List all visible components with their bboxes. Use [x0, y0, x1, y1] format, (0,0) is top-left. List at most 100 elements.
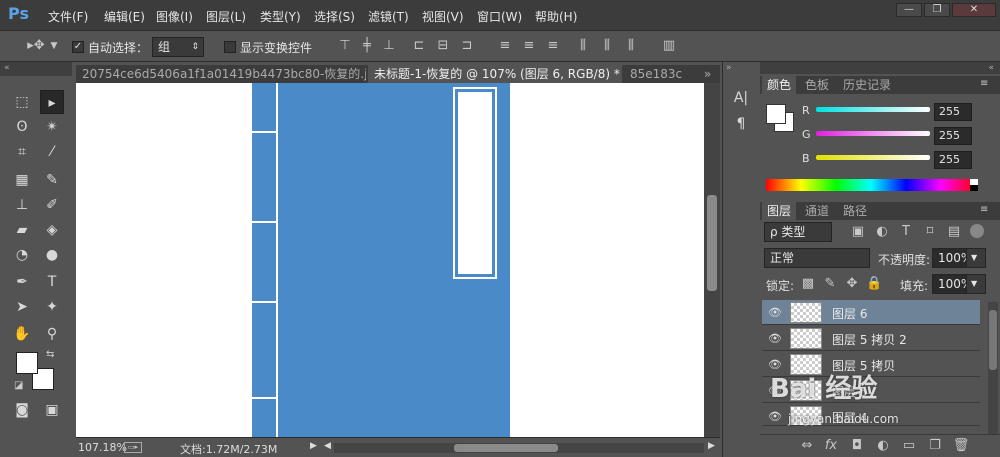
status-menu-arrow-icon[interactable]: ▶	[310, 441, 317, 451]
align-top-icon[interactable]: ⊤	[336, 37, 354, 55]
magic-wand-tool-icon[interactable]: ✴	[40, 115, 64, 139]
channel-b-slider[interactable]	[816, 155, 930, 160]
paint-bucket-tool-icon[interactable]: ◈	[40, 218, 64, 242]
channel-r-value[interactable]: 255	[934, 103, 972, 121]
menu-layer[interactable]: 图层(L)	[206, 8, 246, 25]
menu-image[interactable]: 图像(I)	[156, 8, 193, 25]
panel-menu-icon[interactable]: ≡	[980, 204, 988, 215]
filter-adjustment-icon[interactable]: ◐	[874, 223, 890, 241]
adjustment-layer-icon[interactable]: ◐	[874, 437, 892, 455]
quick-mask-icon[interactable]: ◙	[10, 398, 34, 422]
menu-view[interactable]: 视图(V)	[422, 8, 464, 25]
menu-file[interactable]: 文件(F)	[48, 8, 88, 25]
channel-g-value[interactable]: 255	[934, 127, 972, 145]
menu-edit[interactable]: 编辑(E)	[104, 8, 145, 25]
color-panel-foreground[interactable]	[766, 104, 786, 124]
scroll-right-icon[interactable]: ▶	[708, 441, 715, 451]
screen-mode-icon[interactable]: ▣	[40, 398, 64, 422]
move-tool-icon[interactable]: ▸	[40, 90, 64, 114]
lock-transparent-icon[interactable]: ▩	[800, 275, 816, 293]
layers-scrollbar[interactable]	[988, 302, 998, 434]
tab-channels[interactable]: 通道	[800, 202, 834, 220]
align-bottom-icon[interactable]: ⊥	[380, 37, 398, 55]
menu-help[interactable]: 帮助(H)	[535, 8, 577, 25]
auto-select-dropdown[interactable]: 组 ⇕	[152, 37, 204, 57]
move-tool-preset-icon[interactable]: ▸✥	[22, 37, 50, 55]
menu-filter[interactable]: 滤镜(T)	[368, 8, 409, 25]
fill-dropdown-icon[interactable]: ▼	[966, 274, 986, 294]
visibility-eye-icon[interactable]: 👁	[768, 332, 782, 345]
panel-menu-icon[interactable]: ≡	[980, 78, 988, 89]
filter-shape-icon[interactable]: ⌑	[922, 223, 938, 241]
layer-style-icon[interactable]: fx	[822, 437, 840, 455]
tab-document-2[interactable]: 未标题-1-恢复的 @ 107% (图层 6, RGB/8) *×	[368, 65, 622, 83]
vertical-scrollbar[interactable]	[704, 83, 720, 437]
spectrum-black-swatch[interactable]	[970, 185, 978, 191]
blur-tool-icon[interactable]: ◔	[10, 243, 34, 267]
default-colors-icon[interactable]: ◪	[14, 380, 23, 391]
lock-all-icon[interactable]: 🔒	[866, 275, 882, 293]
layer-row[interactable]: 👁 图层 5 拷贝 2	[762, 326, 980, 351]
scroll-left-icon[interactable]: ◀	[324, 441, 331, 451]
delete-layer-icon[interactable]: 🗑	[952, 437, 970, 455]
restore-button[interactable]: ❐	[924, 3, 950, 17]
opacity-dropdown-icon[interactable]: ▼	[966, 248, 986, 268]
visibility-eye-icon[interactable]: 👁	[768, 410, 782, 423]
visibility-eye-icon[interactable]: 👁	[768, 306, 782, 319]
canvas[interactable]	[76, 83, 704, 437]
distribute-right-icon[interactable]: ⫼	[622, 37, 640, 55]
eyedropper-tool-icon[interactable]: ⁄	[40, 140, 64, 164]
channel-g-slider[interactable]	[816, 131, 930, 136]
filter-smart-object-icon[interactable]: ▤	[946, 223, 962, 241]
layer-filter-dropdown[interactable]: ρ 类型	[764, 222, 832, 242]
tools-panel-collapse-icon[interactable]: «	[0, 62, 72, 76]
align-left-icon[interactable]: ⊏	[410, 37, 428, 55]
channel-b-value[interactable]: 255	[934, 151, 972, 169]
distribute-vcenter-icon[interactable]: ≡	[520, 37, 538, 55]
filter-type-icon[interactable]: T	[898, 223, 914, 241]
layer-name[interactable]: 图层 6	[832, 305, 867, 322]
tab-swatches[interactable]: 色板	[800, 76, 834, 94]
channel-r-slider[interactable]	[816, 107, 930, 112]
menu-select[interactable]: 选择(S)	[314, 8, 355, 25]
hand-tool-icon[interactable]: ✋	[10, 322, 34, 346]
distribute-bottom-icon[interactable]: ≡	[544, 37, 562, 55]
auto-align-icon[interactable]: ▥	[660, 37, 678, 55]
link-layers-icon[interactable]: ⇔	[798, 437, 816, 455]
lasso-tool-icon[interactable]: ʘ	[10, 115, 34, 139]
align-right-icon[interactable]: ⊐	[458, 37, 476, 55]
tab-layers[interactable]: 图层	[762, 202, 797, 220]
horizontal-scrollbar[interactable]	[334, 443, 704, 453]
clone-stamp-tool-icon[interactable]: ⊥	[10, 193, 34, 217]
brush-tool-icon[interactable]: ✎	[40, 168, 64, 192]
tab-document-3[interactable]: 85e183c	[624, 65, 696, 83]
layer-name[interactable]: 图层 5 拷贝 2	[832, 331, 907, 348]
new-layer-icon[interactable]: ❐	[926, 437, 944, 455]
show-transform-checkbox[interactable]	[224, 41, 236, 53]
zoom-tool-icon[interactable]: ⚲	[40, 322, 64, 346]
menu-type[interactable]: 类型(Y)	[260, 8, 301, 25]
crop-tool-icon[interactable]: ⌗	[10, 140, 34, 164]
close-window-button[interactable]: ✕	[952, 3, 996, 17]
swap-colors-icon[interactable]: ⇆	[46, 349, 54, 360]
status-share-icon[interactable]: ▭▸	[124, 442, 142, 453]
healing-brush-tool-icon[interactable]: ▦	[10, 168, 34, 192]
tab-history[interactable]: 历史记录	[838, 76, 896, 94]
filter-toggle-icon[interactable]	[970, 224, 984, 238]
auto-select-checkbox[interactable]: ✓	[72, 41, 84, 53]
type-tool-icon[interactable]: T	[40, 270, 64, 294]
paragraph-panel-icon[interactable]: ¶	[729, 112, 753, 136]
lock-position-icon[interactable]: ✥	[844, 275, 860, 293]
layer-row[interactable]: 👁 图层 6	[762, 300, 980, 325]
new-group-icon[interactable]: ▭	[900, 437, 918, 455]
foreground-color-swatch[interactable]	[16, 352, 38, 374]
expand-panels-icon[interactable]: »	[726, 63, 732, 73]
distribute-left-icon[interactable]: ⫼	[574, 37, 592, 55]
horizontal-scroll-thumb[interactable]	[454, 444, 558, 452]
color-spectrum-bar[interactable]	[766, 179, 976, 191]
marquee-tool-icon[interactable]: ⬚	[10, 90, 34, 114]
panels-collapse-icon[interactable]: «	[760, 62, 1000, 74]
tabs-overflow-icon[interactable]: »	[700, 65, 720, 83]
pen-tool-icon[interactable]: ✒	[10, 270, 34, 294]
vertical-scroll-thumb[interactable]	[707, 195, 717, 291]
